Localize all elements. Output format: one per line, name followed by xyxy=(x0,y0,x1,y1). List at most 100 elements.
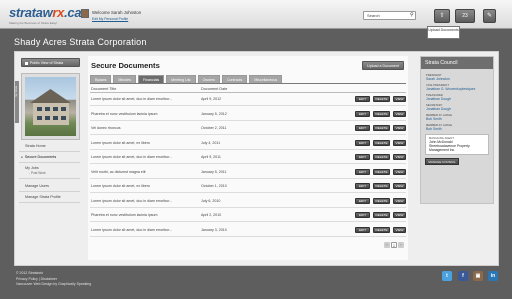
view-button[interactable]: VIEW xyxy=(393,226,406,233)
upload-tooltip: Upload Documents xyxy=(427,26,460,39)
document-date: July 4, 2011 xyxy=(201,140,221,145)
documents-heading: Secure Documents xyxy=(91,61,160,70)
delete-button[interactable]: DELETE xyxy=(373,212,390,218)
tab-owners[interactable]: Owners xyxy=(197,75,220,83)
upload-document-button[interactable]: Upload a Document xyxy=(362,61,404,70)
view-button[interactable]: VIEW xyxy=(393,154,406,160)
view-button[interactable]: VIEW xyxy=(393,197,406,204)
design-credit[interactable]: Vancouver Web Design by Graphically Spea… xyxy=(16,282,91,288)
privacy-policy-link[interactable]: Privacy Policy xyxy=(16,277,38,281)
edit-button[interactable]: EDIT xyxy=(355,139,370,146)
tab-meeting-list[interactable]: Meeting List xyxy=(166,75,196,83)
prev-page-button[interactable]: ‹ xyxy=(384,242,390,248)
document-title[interactable]: Lorem ipsum dolor sit amet, duo in diam … xyxy=(91,199,172,203)
main-panel: My Strata Public View of Strata Strata H… xyxy=(14,51,499,266)
logo-tagline: Making the Business of Strata Easy! xyxy=(9,21,58,25)
view-button[interactable]: VIEW xyxy=(393,125,406,131)
view-button[interactable]: VIEW xyxy=(393,96,406,102)
document-row: Lorem ipsum dolor sit amet, ex libero Oct… xyxy=(90,181,406,193)
delete-button[interactable]: DELETE xyxy=(373,226,390,233)
council-member-name[interactable]: Bob Smith xyxy=(426,117,488,121)
tab-miscellaneous[interactable]: Miscellaneous xyxy=(249,75,283,83)
calendar-button[interactable]: 23 xyxy=(455,9,475,23)
edit-button[interactable]: EDIT xyxy=(355,183,370,189)
edit-button[interactable]: ✎ xyxy=(483,9,496,23)
instagram-icon[interactable]: ▣ xyxy=(473,271,483,281)
strata-council-panel: Strata Council President Sarah Johnston Vi… xyxy=(420,56,494,204)
upload-icon: ⇧ xyxy=(439,13,445,19)
document-title[interactable]: Velit morbi, ac dictumst magna elit xyxy=(91,170,146,174)
manage-council-button[interactable]: MANAGE COUNCIL xyxy=(425,158,459,165)
delete-button[interactable]: DELETE xyxy=(373,168,390,175)
public-view-button[interactable]: Public View of Strata xyxy=(21,58,80,67)
council-member-name[interactable]: Jonathan G. Wooemkoptestquez xyxy=(426,87,488,91)
stratawrx-logo[interactable]: stratawrx.ca Making the Business of Stra… xyxy=(9,4,82,25)
council-member-name[interactable]: Jonathan Dough xyxy=(426,107,488,111)
building-photo-card xyxy=(21,73,80,140)
nav-post-work[interactable]: - Post Work xyxy=(19,171,80,179)
view-button[interactable]: VIEW xyxy=(393,168,406,175)
welcome-text: Welcome Sarah Johnston xyxy=(92,10,142,15)
document-title[interactable]: Pharetra et nunc vestibulum lacinia ipsu… xyxy=(91,112,158,116)
search-icon[interactable]: ⚲ xyxy=(410,12,414,18)
view-button[interactable]: VIEW xyxy=(393,212,406,218)
document-title[interactable]: Lorem ipsum dolor sit amet, duo in diam … xyxy=(91,228,172,232)
edit-button[interactable]: EDIT xyxy=(355,125,370,131)
council-member-name[interactable]: Sarah Johnston xyxy=(426,77,488,81)
page-title: Shady Acres Strata Corporation xyxy=(14,37,147,47)
nav-secure-documents[interactable]: Secure Documents xyxy=(19,152,80,163)
disclaimer-link[interactable]: Disclaimer xyxy=(41,277,57,281)
edit-button[interactable]: EDIT xyxy=(355,154,370,160)
document-title[interactable]: Lorem ipsum dolor sit amet, ex libero xyxy=(91,184,150,188)
delete-button[interactable]: DELETE xyxy=(373,197,390,204)
document-row: Pharetra et nunc vestibulum lacinia ipsu… xyxy=(90,109,406,121)
edit-button[interactable]: EDIT xyxy=(355,110,370,117)
facebook-icon[interactable]: f xyxy=(458,271,468,281)
nav-my-jobs[interactable]: My Jobs xyxy=(19,163,80,171)
linkedin-icon[interactable]: in xyxy=(488,271,498,281)
edit-button[interactable]: EDIT xyxy=(355,197,370,204)
search-input[interactable] xyxy=(363,11,416,20)
delete-button[interactable]: DELETE xyxy=(373,96,390,102)
document-row: Lorem ipsum dolor sit amet, duo in diam … xyxy=(90,196,406,208)
edit-button[interactable]: EDIT xyxy=(355,96,370,102)
delete-button[interactable]: DELETE xyxy=(373,139,390,146)
document-title[interactable]: Lorem ipsum dolor sit amet, duo in diam … xyxy=(91,155,172,159)
view-button[interactable]: VIEW xyxy=(393,110,406,117)
edit-button[interactable]: EDIT xyxy=(355,212,370,218)
nav-strata-home[interactable]: Strata Home xyxy=(19,141,80,152)
edit-button[interactable]: EDIT xyxy=(355,168,370,175)
delete-button[interactable]: DELETE xyxy=(373,110,390,117)
user-avatar[interactable] xyxy=(81,9,89,18)
twitter-icon[interactable]: t xyxy=(442,271,452,281)
document-title[interactable]: Lorem ipsum dolor sit amet, ex libero xyxy=(91,141,150,145)
document-title[interactable]: Pharetra et nunc vestibulum lacinia ipsu… xyxy=(91,213,158,217)
building-image xyxy=(25,77,76,136)
upload-documents-button[interactable]: ⇧ xyxy=(434,9,450,23)
current-page[interactable]: 1 xyxy=(391,242,397,248)
nav-manage-strata-profile[interactable]: Manage Strata Profile xyxy=(19,192,80,203)
view-button[interactable]: VIEW xyxy=(393,139,406,146)
document-icon xyxy=(25,61,28,65)
council-member-name[interactable]: Bob Smith xyxy=(426,127,488,131)
delete-button[interactable]: DELETE xyxy=(373,154,390,160)
council-member-name[interactable]: Jonathan Dough xyxy=(426,97,488,101)
tab-minutes[interactable]: Minutes xyxy=(113,75,136,83)
calendar-icon: 23 xyxy=(462,13,468,19)
tab-financials[interactable]: Financials xyxy=(137,75,165,83)
tab-contracts[interactable]: Contracts xyxy=(221,75,248,83)
column-header-date[interactable]: Document Date xyxy=(201,87,227,91)
next-page-button[interactable]: › xyxy=(398,242,404,248)
edit-profile-link[interactable]: Edit My Personal Profile xyxy=(92,17,128,21)
tab-divider xyxy=(90,83,406,84)
view-button[interactable]: VIEW xyxy=(393,183,406,189)
document-title[interactable]: Lorem ipsum dolor sit amet, duo in diam … xyxy=(91,97,172,101)
edit-button[interactable]: EDIT xyxy=(355,226,370,233)
delete-button[interactable]: DELETE xyxy=(373,125,390,131)
tab-bylaws[interactable]: Bylaws xyxy=(90,75,112,83)
document-row: Velit morbi, ac dictumst magna elit Janua… xyxy=(90,167,406,179)
nav-manage-users[interactable]: Manage Users xyxy=(19,181,80,192)
delete-button[interactable]: DELETE xyxy=(373,183,390,189)
column-header-title[interactable]: Document Title xyxy=(91,87,116,91)
document-title[interactable]: Vel donec rhoncus xyxy=(91,126,121,130)
